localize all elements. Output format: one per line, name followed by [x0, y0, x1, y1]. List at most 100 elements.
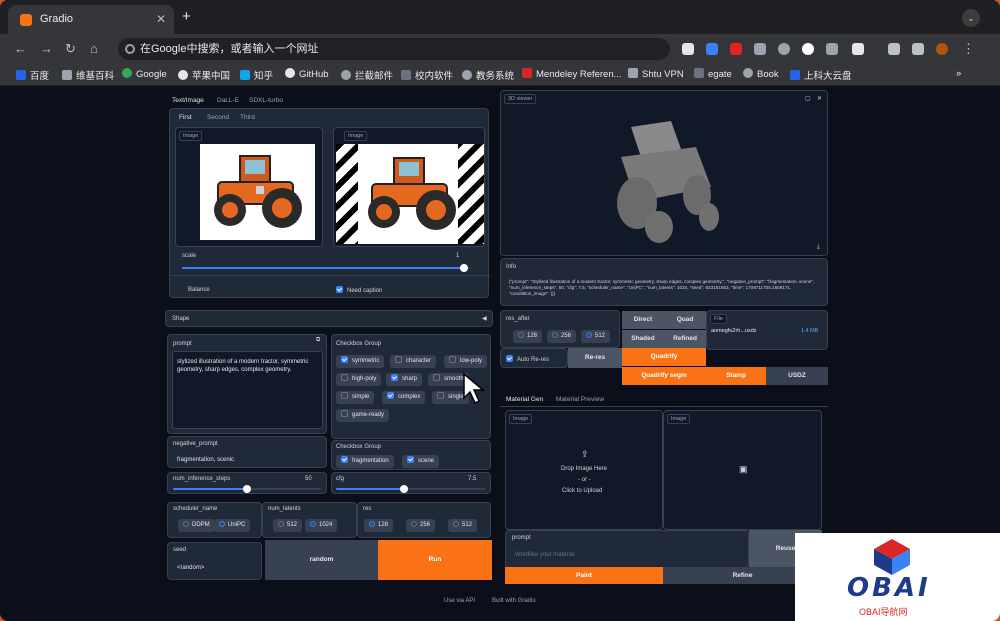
- bookmark-item[interactable]: 拦截邮件: [341, 68, 393, 82]
- new-tab-icon[interactable]: +: [182, 8, 191, 25]
- address-bar[interactable]: 在Google中搜索，或者输入一个网址: [118, 38, 670, 60]
- checkbox-complex[interactable]: complex: [382, 391, 426, 404]
- negative-prompt-input[interactable]: fragmentation, scenic: [177, 457, 234, 463]
- checkbox-symmetric[interactable]: symmetric: [336, 355, 385, 368]
- need-caption-checkbox[interactable]: Need caption: [336, 286, 382, 294]
- scheduler-unipc-option[interactable]: UniPC: [214, 519, 251, 532]
- bookmark-folder[interactable]: 校内软件: [401, 68, 453, 82]
- seed-input[interactable]: <random>: [177, 565, 204, 571]
- bookmark-item[interactable]: Shtu VPN: [628, 68, 684, 80]
- back-icon[interactable]: ←: [14, 41, 27, 56]
- forward-icon[interactable]: →: [40, 41, 53, 56]
- bookmark-item[interactable]: 上科大云盘: [790, 68, 852, 82]
- download-icon[interactable]: [888, 43, 900, 55]
- tab-material-gen[interactable]: Material Gen: [506, 396, 543, 403]
- collapse-icon[interactable]: ◀: [482, 315, 487, 322]
- tab-material-preview[interactable]: Material Preview: [556, 396, 604, 403]
- tab-dalle[interactable]: DaLL-E: [217, 97, 239, 104]
- close-icon[interactable]: ✕: [817, 95, 822, 102]
- reset-view-icon[interactable]: ▢: [805, 95, 811, 102]
- extension-icon[interactable]: [826, 43, 838, 55]
- latents-1024-option[interactable]: 1024: [305, 519, 338, 532]
- extension-icon[interactable]: [682, 43, 694, 55]
- scale-slider[interactable]: [182, 264, 470, 272]
- bookmark-item[interactable]: GitHub: [285, 68, 329, 80]
- steps-slider-handle[interactable]: [243, 485, 251, 493]
- info-text[interactable]: {"prompt": "Stylized illustration of a m…: [509, 279, 819, 297]
- copy-icon[interactable]: ⧉: [316, 337, 320, 344]
- menu-icon[interactable]: ⋮: [962, 41, 975, 57]
- side-panel-icon[interactable]: [912, 43, 924, 55]
- checkbox-character[interactable]: character: [390, 355, 437, 368]
- res-after-512-option[interactable]: 512: [581, 330, 611, 343]
- tab-search-icon[interactable]: ⌄: [962, 9, 980, 27]
- checkbox-high-poly[interactable]: high-poly: [336, 373, 382, 386]
- extension-icon[interactable]: [730, 43, 742, 55]
- rerez-button[interactable]: Re-res: [568, 348, 622, 368]
- bookmark-folder[interactable]: egate: [694, 68, 732, 80]
- res-256-option[interactable]: 256: [406, 519, 436, 532]
- latents-512-option[interactable]: 512: [273, 519, 303, 532]
- cfg-value[interactable]: 7.5: [468, 476, 476, 482]
- usdz-button[interactable]: USDZ: [766, 367, 828, 385]
- extension-icon[interactable]: [706, 43, 718, 55]
- checkbox-game-ready[interactable]: game-ready: [336, 409, 390, 422]
- browser-tab[interactable]: Gradio ✕: [8, 5, 174, 34]
- 3d-viewer[interactable]: 3D viewer ▢ ✕ ⤓: [500, 90, 828, 256]
- scheduler-ddpm-option[interactable]: DDPM: [178, 519, 215, 532]
- extension-icon[interactable]: [754, 43, 766, 55]
- image-upload[interactable]: Image ⇪ Drop Image Here - or - Click to …: [505, 410, 663, 530]
- quad-button[interactable]: Quad: [664, 311, 706, 329]
- bookmark-item[interactable]: 教务系统: [462, 68, 514, 82]
- refined-button[interactable]: Refined: [664, 330, 706, 348]
- shaded-button[interactable]: Shaded: [622, 330, 664, 348]
- built-with-gradio-link[interactable]: Built with Gradio: [492, 598, 536, 604]
- shape-accordion[interactable]: Shape ◀: [165, 310, 493, 327]
- paint-button[interactable]: Paint: [505, 567, 663, 584]
- run-button[interactable]: Run: [378, 540, 492, 580]
- bookmark-item[interactable]: Google: [122, 68, 167, 80]
- material-prompt-input[interactable]: Wordlike your material: [515, 552, 575, 558]
- prompt-textarea[interactable]: stylized illustration of a modern tracto…: [172, 351, 323, 429]
- use-api-link[interactable]: Use via API: [444, 598, 475, 604]
- res-128-option[interactable]: 128: [364, 519, 394, 532]
- more-bookmarks-icon[interactable]: »: [956, 68, 961, 79]
- scale-slider-handle[interactable]: [460, 264, 469, 272]
- subtab-first[interactable]: First: [179, 114, 192, 121]
- quadrify-button[interactable]: Quadrify: [622, 348, 706, 366]
- cfg-slider-handle[interactable]: [399, 485, 408, 493]
- checkbox-fragmentation[interactable]: fragmentation: [336, 455, 394, 468]
- checkbox-simple[interactable]: simple: [336, 391, 375, 404]
- checkbox-low-poly[interactable]: low-poly: [444, 355, 488, 368]
- inference-steps-value[interactable]: 50: [305, 476, 312, 482]
- bookmark-item[interactable]: 苹果中国: [178, 68, 230, 82]
- bookmark-item[interactable]: Mendeley Referen...: [522, 68, 622, 80]
- image-input-1[interactable]: Image: [175, 127, 323, 247]
- balance-label[interactable]: Balance: [188, 287, 210, 293]
- res-after-128-option[interactable]: 128: [513, 330, 543, 343]
- download-icon[interactable]: ⤓: [817, 244, 820, 251]
- tab-sdxl-turbo[interactable]: SDXL-turbo: [249, 97, 283, 104]
- subtab-second[interactable]: Second: [207, 114, 229, 121]
- checkbox-sharp[interactable]: sharp: [386, 373, 423, 386]
- scale-value[interactable]: 1: [456, 253, 459, 259]
- bookmark-item[interactable]: Book: [743, 68, 779, 80]
- tab-text-image[interactable]: Text/Image: [172, 97, 204, 104]
- extension-icon[interactable]: [778, 43, 790, 55]
- bookmark-item[interactable]: 维基百科: [62, 68, 114, 82]
- cfg-slider[interactable]: [336, 485, 486, 493]
- bookmark-item[interactable]: 知乎: [240, 68, 273, 82]
- random-button[interactable]: random: [265, 540, 378, 580]
- reload-icon[interactable]: ↻: [65, 41, 76, 57]
- direct-button[interactable]: Direct: [622, 311, 664, 329]
- subtab-third[interactable]: Third: [240, 114, 255, 121]
- close-tab-icon[interactable]: ✕: [156, 5, 166, 34]
- inference-steps-slider[interactable]: [173, 485, 321, 493]
- avatar[interactable]: [936, 43, 948, 55]
- file-name-link[interactable]: aomegfu2rh...usdz: [711, 328, 757, 334]
- extension-icon[interactable]: [802, 43, 814, 55]
- res-after-256-option[interactable]: 256: [547, 330, 577, 343]
- checkbox-scene[interactable]: scene: [402, 455, 440, 468]
- auto-rerez-checkbox[interactable]: Auto Re-res: [506, 355, 549, 363]
- extensions-puzzle-icon[interactable]: [852, 43, 864, 55]
